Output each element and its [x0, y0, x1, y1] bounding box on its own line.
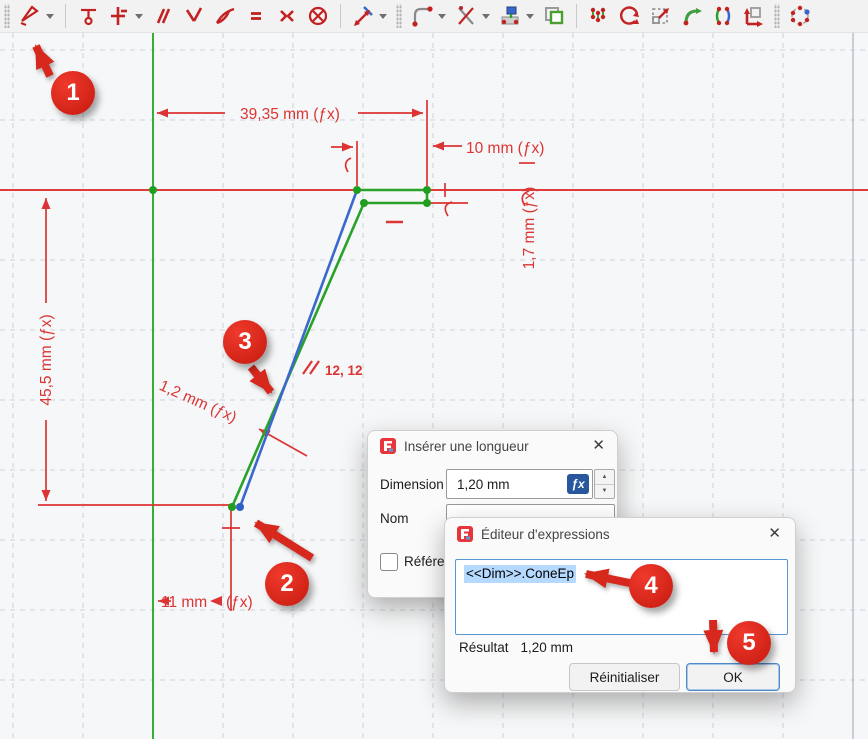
- result-label: Résultat: [459, 640, 509, 655]
- close-icon[interactable]: ✕: [592, 438, 605, 454]
- reset-button[interactable]: Réinitialiser: [569, 663, 680, 691]
- dialog-title-bar[interactable]: Insérer une longueur: [368, 431, 617, 461]
- expression-editor-dialog: Éditeur d'expressions ✕ <<Dim>>.ConeEp R…: [444, 517, 796, 693]
- tool-move-button[interactable]: [742, 4, 766, 28]
- dim-10-label: 10 mm (ƒx): [466, 140, 544, 157]
- name-label: Nom: [380, 511, 409, 526]
- tool-offset-button[interactable]: [680, 4, 704, 28]
- chevron-down-icon[interactable]: [525, 4, 535, 28]
- result-row: Résultat 1,20 mm: [459, 640, 573, 655]
- dim-455-label: 45,5 mm (ƒx): [38, 314, 55, 405]
- ok-button[interactable]: OK: [686, 663, 780, 691]
- tool-carbon-copy-button[interactable]: [542, 4, 566, 28]
- tool-tangent-button[interactable]: [213, 4, 237, 28]
- step-balloon-3: 3: [223, 320, 267, 364]
- dim-39-label: 39,35 mm (ƒx): [240, 106, 340, 123]
- toolbar-separator: [340, 4, 341, 28]
- close-icon[interactable]: ✕: [768, 526, 781, 542]
- tool-coincident-button[interactable]: [76, 4, 100, 28]
- toolbar-gripper[interactable]: [774, 4, 780, 28]
- tool-clone-button[interactable]: [587, 4, 611, 28]
- dimension-spinner[interactable]: ▲ ▼: [594, 469, 615, 499]
- step-balloon-5: 5: [727, 621, 771, 665]
- dialog-title: Insérer une longueur: [404, 439, 529, 454]
- spin-down-icon[interactable]: ▼: [595, 485, 614, 499]
- tool-scale-button[interactable]: [649, 4, 673, 28]
- dim-17-label: 1,7 mm (ƒx): [521, 187, 538, 270]
- tool-trim-button[interactable]: [454, 4, 478, 28]
- parallel-constraint-label: 12, 12: [325, 363, 363, 378]
- chevron-down-icon[interactable]: [134, 4, 144, 28]
- freecad-icon: [380, 438, 396, 454]
- toolbar-separator: [65, 4, 66, 28]
- tool-fillet-button[interactable]: [410, 4, 434, 28]
- expression-fx-button[interactable]: ƒx: [567, 474, 589, 494]
- chevron-down-icon[interactable]: [437, 4, 447, 28]
- tool-block-button[interactable]: [306, 4, 330, 28]
- step-balloon-2: 2: [265, 562, 309, 606]
- toolbar-gripper[interactable]: [396, 4, 402, 28]
- tool-dimension-angle-button[interactable]: [18, 4, 42, 28]
- result-value: 1,20 mm: [521, 640, 574, 655]
- toolbar-separator: [576, 4, 577, 28]
- dim-11-label: 11 mm: [161, 594, 207, 611]
- freecad-icon: [457, 526, 473, 542]
- dialog-title: Éditeur d'expressions: [481, 527, 610, 542]
- reset-button-label: Réinitialiser: [590, 670, 660, 685]
- chevron-down-icon[interactable]: [481, 4, 491, 28]
- dim-11-arrowhead: [210, 596, 222, 606]
- step-balloon-1: 1: [51, 71, 95, 115]
- sketcher-toolbar: [0, 0, 868, 33]
- step-balloon-4: 4: [629, 564, 673, 608]
- chevron-down-icon[interactable]: [378, 4, 388, 28]
- sketch-point-blue: [236, 503, 244, 511]
- tool-vertical-horizontal-button[interactable]: [107, 4, 131, 28]
- tool-perpendicular-button[interactable]: [182, 4, 206, 28]
- expression-text-selected: <<Dim>>.ConeEp: [464, 565, 576, 583]
- dimension-label: Dimension :: [380, 477, 451, 492]
- tool-external-geometry-button[interactable]: [498, 4, 522, 28]
- toolbar-gripper[interactable]: [4, 4, 10, 28]
- ok-button-label: OK: [723, 670, 743, 685]
- dimension-value: 1,20 mm: [457, 477, 510, 492]
- chevron-down-icon[interactable]: [45, 4, 55, 28]
- tool-symmetric-button[interactable]: [275, 4, 299, 28]
- tool-rotate-button[interactable]: [618, 4, 642, 28]
- spin-up-icon[interactable]: ▲: [595, 470, 614, 485]
- dialog-title-bar[interactable]: Éditeur d'expressions: [445, 518, 795, 550]
- tool-circular-pattern-button[interactable]: [788, 4, 812, 28]
- tool-parallel-button[interactable]: [151, 4, 175, 28]
- reference-checkbox[interactable]: [380, 553, 398, 571]
- dim-11-fx-label: (ƒx): [226, 594, 253, 611]
- tool-equal-button[interactable]: [244, 4, 268, 28]
- dimension-input[interactable]: 1,20 mm ƒx: [446, 469, 593, 499]
- tool-dimension-button[interactable]: [351, 4, 375, 28]
- tool-symmetry-button[interactable]: [711, 4, 735, 28]
- dim-12mm-label: 1,2 mm (ƒx): [157, 377, 239, 426]
